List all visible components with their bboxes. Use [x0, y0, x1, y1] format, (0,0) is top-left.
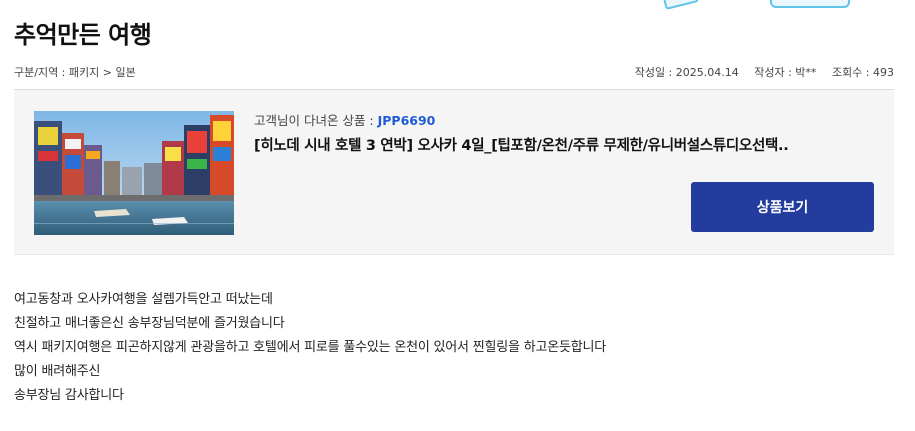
review-line: 친절하고 매너좋은신 송부장님덕분에 즐거웠습니다 [14, 316, 285, 331]
meta-row: 구분/지역 : 패키지 > 일본 작성일 : 2025.04.14 작성자 : … [14, 64, 894, 80]
product-label: 고객님이 다녀온 상품 : JPP6690 [254, 110, 435, 129]
post-author: 작성자 : 박** [754, 66, 817, 79]
product-name[interactable]: [히노데 시내 호텔 3 연박] 오사카 4일_[팁포함/온천/주류 무제한/유… [254, 134, 874, 155]
review-line: 역시 패키지여행은 피곤하지않게 관광을하고 호텔에서 피로를 풀수있는 온천이… [14, 340, 607, 355]
product-card: 고객님이 다녀온 상품 : JPP6690 [히노데 시내 호텔 3 연박] 오… [14, 89, 894, 255]
osaka-dotonbori-photo [34, 111, 234, 235]
product-thumbnail[interactable] [34, 111, 234, 235]
review-content: 여고동창과 오사카여행을 설렘가득안고 떠났는데 친절하고 매너좋은신 송부장님… [14, 288, 606, 408]
product-label-prefix: 고객님이 다녀온 상품 : [254, 113, 378, 128]
view-product-button[interactable]: 상품보기 [691, 182, 874, 232]
post-date: 작성일 : 2025.04.14 [634, 66, 739, 79]
product-code: JPP6690 [377, 113, 436, 128]
breadcrumb: 구분/지역 : 패키지 > 일본 [14, 66, 136, 79]
review-line: 여고동창과 오사카여행을 설렘가득안고 떠났는데 [14, 292, 273, 307]
post-meta: 작성일 : 2025.04.14 작성자 : 박** 조회수 : 493 [623, 64, 894, 80]
decorative-shape-right [770, 0, 850, 8]
post-views: 조회수 : 493 [831, 66, 894, 79]
decorative-shape-left [663, 0, 699, 10]
page-title: 추억만든 여행 [14, 21, 152, 49]
review-line: 많이 배려해주신 [14, 364, 101, 379]
review-line: 송부장님 감사합니다 [14, 388, 124, 403]
